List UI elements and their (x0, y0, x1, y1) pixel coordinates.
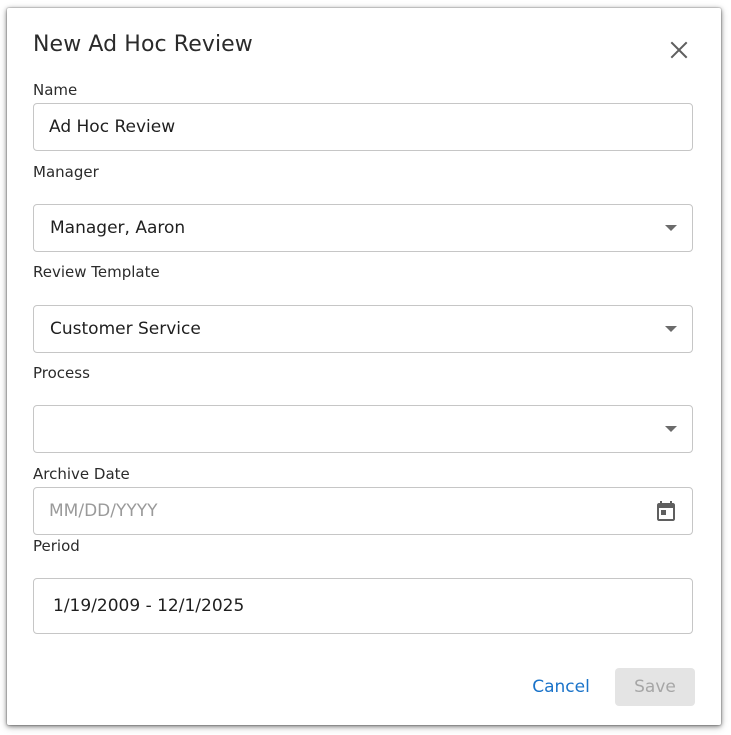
manager-label: Manager (33, 163, 99, 181)
archive-date-label: Archive Date (33, 465, 130, 483)
new-review-dialog: New Ad Hoc Review Name Manager Manager, … (7, 8, 721, 725)
dialog-title: New Ad Hoc Review (33, 32, 253, 57)
manager-select[interactable]: Manager, Aaron (33, 204, 693, 252)
dropdown-arrow-icon (665, 426, 677, 432)
dropdown-arrow-icon (665, 225, 677, 231)
name-field[interactable] (33, 103, 693, 151)
close-button[interactable] (667, 38, 691, 62)
save-button[interactable]: Save (615, 668, 695, 706)
close-icon (670, 41, 688, 59)
dropdown-arrow-icon (665, 326, 677, 332)
period-field[interactable]: 1/19/2009 - 12/1/2025 (33, 578, 693, 634)
name-input[interactable] (49, 104, 629, 150)
review-template-select[interactable]: Customer Service (33, 305, 693, 353)
process-select[interactable] (33, 405, 693, 453)
name-label: Name (33, 81, 78, 99)
period-label: Period (33, 537, 80, 555)
archive-date-input[interactable] (49, 488, 629, 534)
review-template-value: Customer Service (50, 319, 201, 339)
manager-value: Manager, Aaron (50, 218, 186, 238)
process-label: Process (33, 364, 90, 382)
review-template-label: Review Template (33, 263, 160, 281)
cancel-button[interactable]: Cancel (523, 668, 599, 706)
page: New Ad Hoc Review Name Manager Manager, … (0, 0, 731, 735)
calendar-icon[interactable] (654, 499, 678, 523)
period-value: 1/19/2009 - 12/1/2025 (53, 596, 245, 616)
archive-date-field[interactable] (33, 487, 693, 535)
